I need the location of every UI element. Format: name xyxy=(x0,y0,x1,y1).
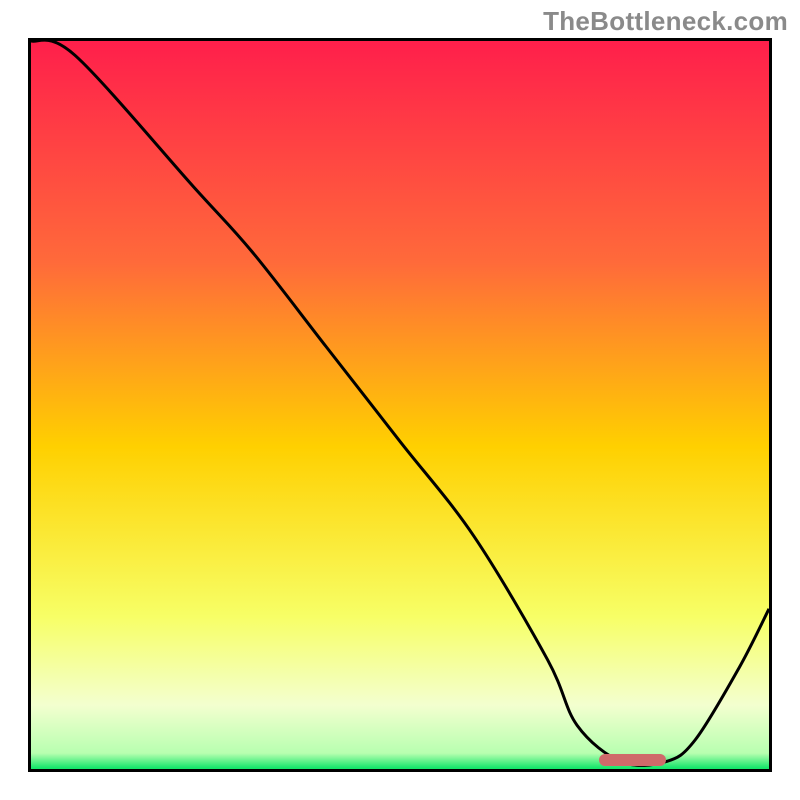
chart-stage: TheBottleneck.com xyxy=(0,0,800,800)
watermark-text: TheBottleneck.com xyxy=(543,6,788,37)
bottleneck-curve xyxy=(31,41,769,769)
bottleneck-curve-path xyxy=(31,41,769,765)
chart-area xyxy=(28,38,772,772)
sweet-spot-marker xyxy=(599,754,665,766)
